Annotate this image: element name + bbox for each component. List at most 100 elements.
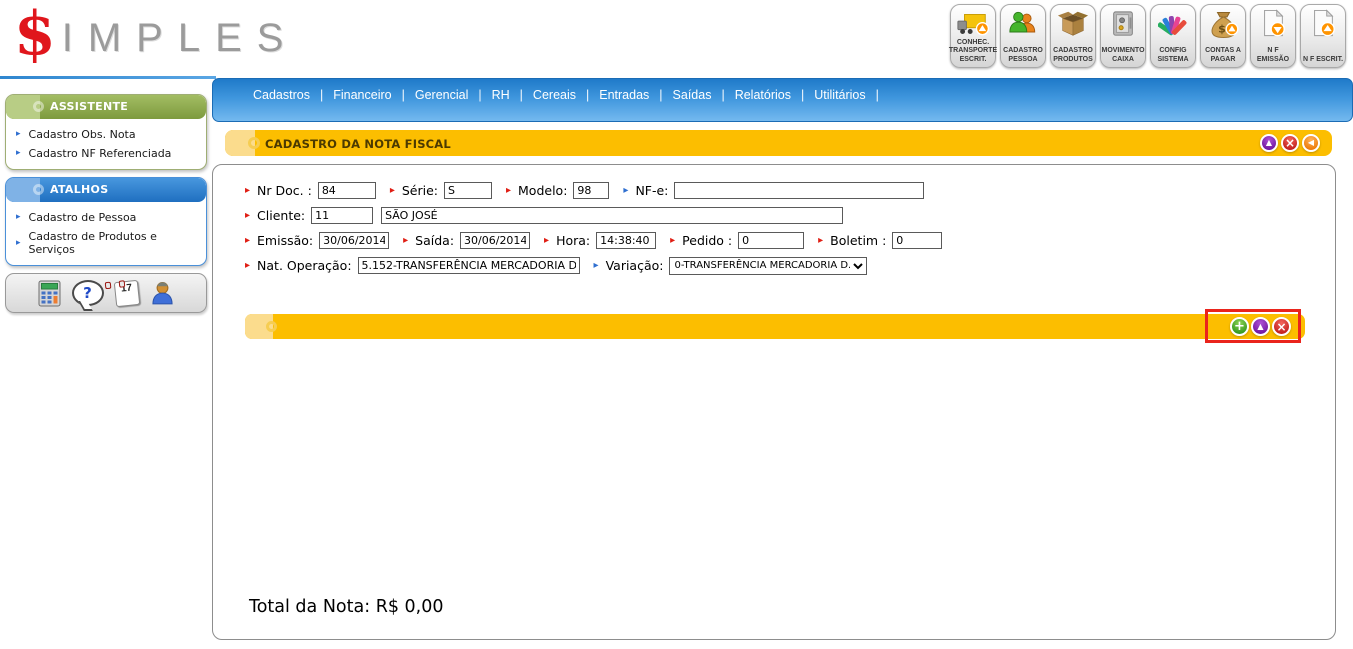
required-bullet-icon: ▸ <box>245 186 250 196</box>
field-hora: ▸ Hora: <box>544 232 656 249</box>
field-emissao: ▸ Emissão: <box>245 232 389 249</box>
menu-item-relatorios[interactable]: Relatórios <box>735 88 791 102</box>
svg-text:$: $ <box>1218 22 1226 35</box>
toolbar-button-movimento-caixa[interactable]: MOVIMENTO CAIXA <box>1100 4 1146 68</box>
required-bullet-icon: ▸ <box>245 261 250 271</box>
assistente-panel: ASSISTENTE ▸ Cadastro Obs. Nota ▸ Cadast… <box>5 94 207 170</box>
calendar-icon[interactable]: 17 <box>113 279 139 306</box>
assistente-header: ASSISTENTE <box>6 95 206 119</box>
required-bullet-icon: ▸ <box>245 236 250 246</box>
required-bullet-icon: ▸ <box>403 236 408 246</box>
total-label: Total da Nota: <box>249 597 370 617</box>
cliente-name-input[interactable] <box>381 207 843 224</box>
required-bullet-icon: ▸ <box>670 236 675 246</box>
menu-separator: | <box>876 88 879 102</box>
bullet-arrow-icon: ▸ <box>16 239 21 248</box>
menu-item-entradas[interactable]: Entradas <box>599 88 649 102</box>
assistente-ring-ornament <box>33 101 44 112</box>
field-pedido: ▸ Pedido : <box>670 232 804 249</box>
menu-separator: | <box>478 88 481 102</box>
help-question-glyph: ? <box>83 284 92 302</box>
plus-icon: + <box>1234 320 1245 333</box>
hora-label: Hora: <box>556 233 590 248</box>
pedido-input[interactable] <box>738 232 804 249</box>
required-bullet-icon: ▸ <box>818 236 823 246</box>
form-row-1: ▸ Nr Doc. : ▸ Série: ▸ Modelo: ▸ NF-e: <box>245 181 956 200</box>
title-bar-ring-ornament <box>248 137 260 149</box>
hora-input[interactable] <box>596 232 656 249</box>
menu-item-cadastros[interactable]: Cadastros <box>253 88 310 102</box>
form-row-3: ▸ Emissão: ▸ Saída: ▸ Hora: ▸ Pedido : <box>245 231 956 250</box>
required-bullet-icon: ▸ <box>390 186 395 196</box>
nr-doc-label: Nr Doc. : <box>257 183 312 198</box>
calculator-icon[interactable] <box>38 280 61 307</box>
help-icon[interactable]: ? <box>72 280 104 306</box>
nat-operacao-input[interactable] <box>358 257 580 274</box>
menu-item-gerencial[interactable]: Gerencial <box>415 88 469 102</box>
toolbar-button-config-sistema[interactable]: CONFIG SISTEMA <box>1150 4 1196 68</box>
close-button[interactable]: × <box>1281 134 1299 152</box>
menu-item-rh[interactable]: RH <box>492 88 510 102</box>
user-icon[interactable] <box>150 280 175 307</box>
toolbar-button-cadastro-pessoa[interactable]: CADASTRO PESSOA <box>1000 4 1046 68</box>
toolbar-button-contas-a-pagar[interactable]: $ CONTAS A PAGAR <box>1200 4 1246 68</box>
collapse-up-button[interactable]: ▲ <box>1260 134 1278 152</box>
items-section-bar: + ▲ × <box>245 314 1305 339</box>
items-close-button[interactable]: × <box>1272 317 1291 336</box>
nfe-input[interactable] <box>674 182 924 199</box>
toolbar-button-label: CONFIG SISTEMA <box>1151 47 1195 64</box>
bullet-arrow-icon: ▸ <box>16 149 21 158</box>
sidebar-item-cadastro-de-produtos-e-servicos[interactable]: ▸ Cadastro de Produtos e Serviços <box>16 227 200 259</box>
toolbar-button-nf-escrit[interactable]: N F ESCRIT. <box>1300 4 1346 68</box>
atalhos-panel: ATALHOS ▸ Cadastro de Pessoa ▸ Cadastro … <box>5 177 207 266</box>
menu-separator: | <box>721 88 724 102</box>
menu-item-financeiro[interactable]: Financeiro <box>333 88 391 102</box>
toolbar-button-label: CONHEC. TRANSPORTE ESCRIT. <box>948 39 998 64</box>
items-collapse-up-button[interactable]: ▲ <box>1251 317 1270 336</box>
main-menu-bar: Cadastros | Financeiro | Gerencial | RH … <box>212 78 1353 122</box>
menu-separator: | <box>320 88 323 102</box>
toolbar-button-label: CADASTRO PRODUTOS <box>1051 47 1095 64</box>
serie-label: Série: <box>402 183 438 198</box>
field-variacao: ▸ Variação: 0-TRANSFERÊNCIA MERCADORIA D… <box>594 257 868 275</box>
sidebar-item-cadastro-nf-referenciada[interactable]: ▸ Cadastro NF Referenciada <box>16 144 200 163</box>
sidebar: ASSISTENTE ▸ Cadastro Obs. Nota ▸ Cadast… <box>5 94 207 313</box>
cliente-code-input[interactable] <box>311 207 373 224</box>
menu-separator: | <box>586 88 589 102</box>
boletim-input[interactable] <box>892 232 942 249</box>
serie-input[interactable] <box>444 182 492 199</box>
menu-item-utilitarios[interactable]: Utilitários <box>814 88 865 102</box>
field-modelo: ▸ Modelo: <box>506 182 609 199</box>
variacao-select[interactable]: 0-TRANSFERÊNCIA MERCADORIA D.E <box>669 257 867 275</box>
field-nat-operacao: ▸ Nat. Operação: <box>245 257 580 274</box>
emissao-input[interactable] <box>319 232 389 249</box>
toolbar-button-conhec-transporte-escrit[interactable]: CONHEC. TRANSPORTE ESCRIT. <box>950 4 996 68</box>
toolbar-button-cadastro-produtos[interactable]: CADASTRO PRODUTOS <box>1050 4 1096 68</box>
items-bar-ring-ornament <box>266 321 277 332</box>
sidebar-item-cadastro-obs-nota[interactable]: ▸ Cadastro Obs. Nota <box>16 125 200 144</box>
menu-item-cereais[interactable]: Cereais <box>533 88 576 102</box>
modelo-input[interactable] <box>573 182 609 199</box>
bullet-arrow-icon: ▸ <box>16 213 21 222</box>
saida-label: Saída: <box>415 233 454 248</box>
toolbar-button-nf-emissao[interactable]: N F EMISSÃO <box>1250 4 1296 68</box>
menu-item-saidas[interactable]: Saídas <box>673 88 712 102</box>
required-bullet-icon: ▸ <box>544 236 549 246</box>
pedido-label: Pedido : <box>682 233 732 248</box>
menu-separator: | <box>659 88 662 102</box>
back-button[interactable]: ◀ <box>1302 134 1320 152</box>
add-item-button[interactable]: + <box>1230 317 1249 336</box>
nr-doc-input[interactable] <box>318 182 376 199</box>
assistente-title: ASSISTENTE <box>50 100 128 113</box>
saida-input[interactable] <box>460 232 530 249</box>
app-logo: $ IMPLES <box>14 4 298 65</box>
sidebar-item-cadastro-de-pessoa[interactable]: ▸ Cadastro de Pessoa <box>16 208 200 227</box>
required-bullet-icon: ▸ <box>245 211 250 221</box>
required-bullet-icon: ▸ <box>506 186 511 196</box>
toolbar-button-label: CONTAS A PAGAR <box>1201 47 1245 64</box>
app-window: $ IMPLES CONHEC. TRANSPORTE ESCRIT. <box>0 0 1353 649</box>
people-icon <box>1008 7 1038 40</box>
sidebar-item-label: Cadastro NF Referenciada <box>29 147 172 160</box>
doc-down-icon <box>1259 7 1287 40</box>
emissao-label: Emissão: <box>257 233 313 248</box>
